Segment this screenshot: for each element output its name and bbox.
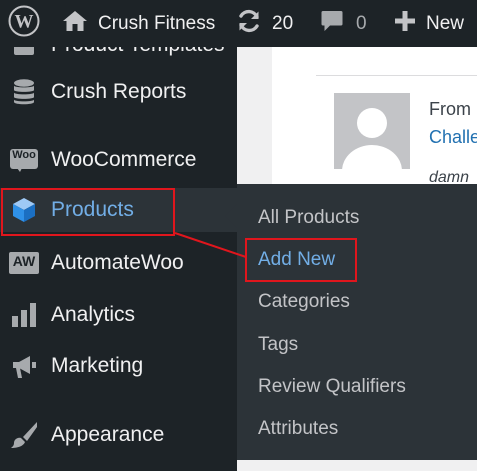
add-new-highlight-box xyxy=(245,238,357,282)
products-highlight-box xyxy=(1,188,175,236)
